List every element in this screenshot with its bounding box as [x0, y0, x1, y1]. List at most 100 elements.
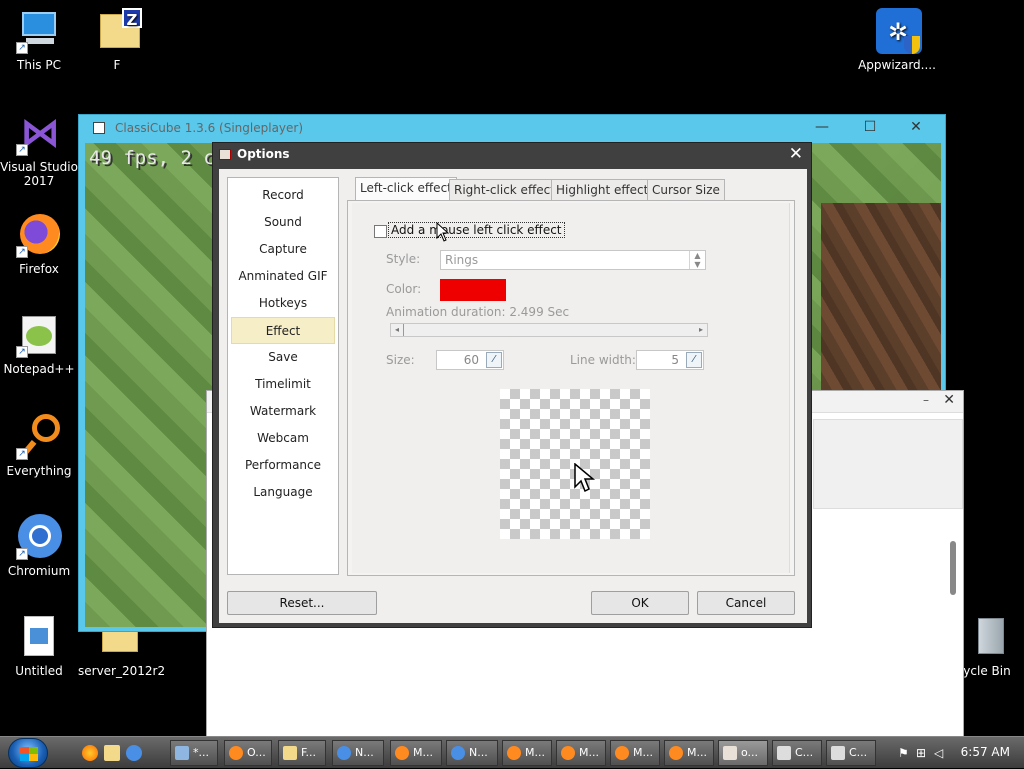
- firefox-icon: [507, 746, 521, 760]
- dialog-title: Options: [237, 147, 290, 161]
- size-spinbox[interactable]: 60 ⁄: [436, 350, 504, 370]
- nav-item-effect[interactable]: Effect: [231, 317, 335, 344]
- color-swatch[interactable]: [440, 279, 506, 301]
- desktop-icon-label: Visual Studio 2017: [0, 160, 78, 188]
- desktop-icon-chromium[interactable]: ↗ Chromium: [0, 514, 78, 578]
- background-panel: [813, 419, 963, 509]
- notepad-plus-plus-icon: ↗: [16, 312, 62, 358]
- effect-preview: [500, 389, 650, 539]
- nav-item-save[interactable]: Save: [228, 344, 338, 371]
- nav-item-hotkeys[interactable]: Hotkeys: [228, 290, 338, 317]
- ok-button[interactable]: OK: [591, 591, 689, 615]
- chevron-right-icon[interactable]: ▸: [695, 324, 707, 336]
- taskbar-item[interactable]: C...: [772, 740, 822, 766]
- taskbar-item[interactable]: O...: [224, 740, 272, 766]
- flag-icon[interactable]: ⚑: [898, 746, 912, 760]
- taskbar-item-label: O...: [247, 746, 266, 759]
- animation-duration-slider[interactable]: ◂ ▸: [390, 323, 708, 337]
- desktop-icon-appwizard[interactable]: ✲ Appwizard....: [858, 8, 936, 72]
- tab-right-click-effect[interactable]: Right-click effect: [449, 179, 560, 201]
- taskbar-item-active[interactable]: o...: [718, 740, 768, 766]
- scrollbar[interactable]: [947, 523, 959, 633]
- tab-cursor-size[interactable]: Cursor Size: [647, 179, 725, 201]
- close-button[interactable]: ✕: [943, 392, 955, 408]
- taskbar-item-label: M...: [525, 746, 545, 759]
- minimize-button[interactable]: –: [923, 393, 929, 407]
- folder-icon: [283, 746, 297, 760]
- taskbar-item[interactable]: C...: [826, 740, 876, 766]
- close-button[interactable]: ✕: [901, 119, 931, 139]
- spin-icon[interactable]: ⁄: [686, 352, 702, 368]
- installer-icon: ✲: [874, 8, 922, 54]
- nav-item-capture[interactable]: Capture: [228, 236, 338, 263]
- desktop-icon-label: Notepad++: [3, 362, 75, 376]
- options-dialog[interactable]: Options ✕ Record Sound Capture Anminated…: [212, 142, 812, 628]
- nav-item-webcam[interactable]: Webcam: [228, 425, 338, 452]
- app-icon: [219, 149, 231, 160]
- tab-panel-left-click-effect: Add a mouse left click effect Style: Rin…: [347, 200, 795, 576]
- close-button[interactable]: ✕: [789, 144, 803, 164]
- taskbar-item-label: C...: [795, 746, 814, 759]
- tab-left-click-effect[interactable]: Left-click effect: [355, 177, 457, 201]
- folder-icon[interactable]: [104, 745, 120, 761]
- nav-item-sound[interactable]: Sound: [228, 209, 338, 236]
- taskbar-item[interactable]: M...: [502, 740, 552, 766]
- cube-icon: [831, 746, 845, 760]
- mouse-pointer-icon: [574, 463, 596, 493]
- classicube-app-icon: [93, 122, 105, 134]
- chromium-icon: ↗: [16, 514, 62, 560]
- taskbar-item[interactable]: M...: [556, 740, 606, 766]
- start-button[interactable]: [8, 738, 48, 768]
- volume-icon[interactable]: ◁: [934, 746, 948, 760]
- taskbar-item[interactable]: M...: [610, 740, 660, 766]
- desktop-icon-visual-studio[interactable]: ⋈ ↗ Visual Studio 2017: [0, 110, 78, 188]
- slider-thumb[interactable]: [403, 324, 404, 336]
- network-icon[interactable]: ⊞: [916, 746, 930, 760]
- nav-item-watermark[interactable]: Watermark: [228, 398, 338, 425]
- desktop-icon-f[interactable]: Z F: [78, 8, 156, 72]
- tab-highlight-effect[interactable]: Highlight effect: [551, 179, 654, 201]
- mouse-left-click-effect-checkbox[interactable]: [374, 225, 387, 238]
- nav-item-animated-gif[interactable]: Anminated GIF: [228, 263, 338, 290]
- line-width-label: Line width:: [570, 353, 636, 367]
- taskbar-item-label: N...: [469, 746, 488, 759]
- minimize-button[interactable]: —: [807, 119, 837, 139]
- desktop-icon-notepad-plus-plus[interactable]: ↗ Notepad++: [0, 312, 78, 376]
- spin-icon[interactable]: ⁄: [486, 352, 502, 368]
- firefox-icon: [229, 746, 243, 760]
- desktop-icon-label: Chromium: [7, 564, 71, 578]
- desktop-icon-firefox[interactable]: ↗ Firefox: [0, 212, 78, 276]
- desktop-icon-this-pc[interactable]: ↗ This PC: [0, 8, 78, 72]
- taskbar-item[interactable]: *...: [170, 740, 218, 766]
- desktop-icon-everything[interactable]: ↗ Everything: [0, 414, 78, 478]
- size-value: 60: [463, 353, 479, 367]
- nav-item-performance[interactable]: Performance: [228, 452, 338, 479]
- desktop-icon-untitled[interactable]: Untitled: [0, 614, 78, 678]
- mouse-left-click-effect-label[interactable]: Add a mouse left click effect: [388, 222, 565, 238]
- taskbar-item[interactable]: M...: [664, 740, 714, 766]
- taskbar-item[interactable]: N...: [332, 740, 384, 766]
- reset-button[interactable]: Reset...: [227, 591, 377, 615]
- taskbar-item[interactable]: F...: [278, 740, 326, 766]
- firefox-icon[interactable]: [82, 745, 98, 761]
- line-width-spinbox[interactable]: 5 ⁄: [636, 350, 704, 370]
- taskbar-item[interactable]: M...: [390, 740, 442, 766]
- clock[interactable]: 6:57 AM: [961, 745, 1010, 759]
- nav-item-timelimit[interactable]: Timelimit: [228, 371, 338, 398]
- line-width-value: 5: [671, 353, 679, 367]
- style-select[interactable]: Rings ▲ ▼: [440, 250, 706, 270]
- taskbar-item[interactable]: N...: [446, 740, 498, 766]
- chromium-icon: [451, 746, 465, 760]
- animation-duration-label: Animation duration: 2.499 Sec: [386, 305, 570, 319]
- taskbar-item-label: *...: [193, 746, 209, 759]
- cancel-button[interactable]: Cancel: [697, 591, 795, 615]
- chevron-left-icon[interactable]: ◂: [391, 324, 403, 336]
- chromium-icon: [337, 746, 351, 760]
- maximize-button[interactable]: ☐: [855, 119, 885, 139]
- chromium-icon[interactable]: [126, 745, 142, 761]
- nav-item-language[interactable]: Language: [228, 479, 338, 506]
- size-label: Size:: [386, 353, 415, 367]
- nav-item-record[interactable]: Record: [228, 182, 338, 209]
- dialog-body: Record Sound Capture Anminated GIF Hotke…: [219, 169, 807, 623]
- desktop-icon-label: This PC: [17, 58, 61, 72]
